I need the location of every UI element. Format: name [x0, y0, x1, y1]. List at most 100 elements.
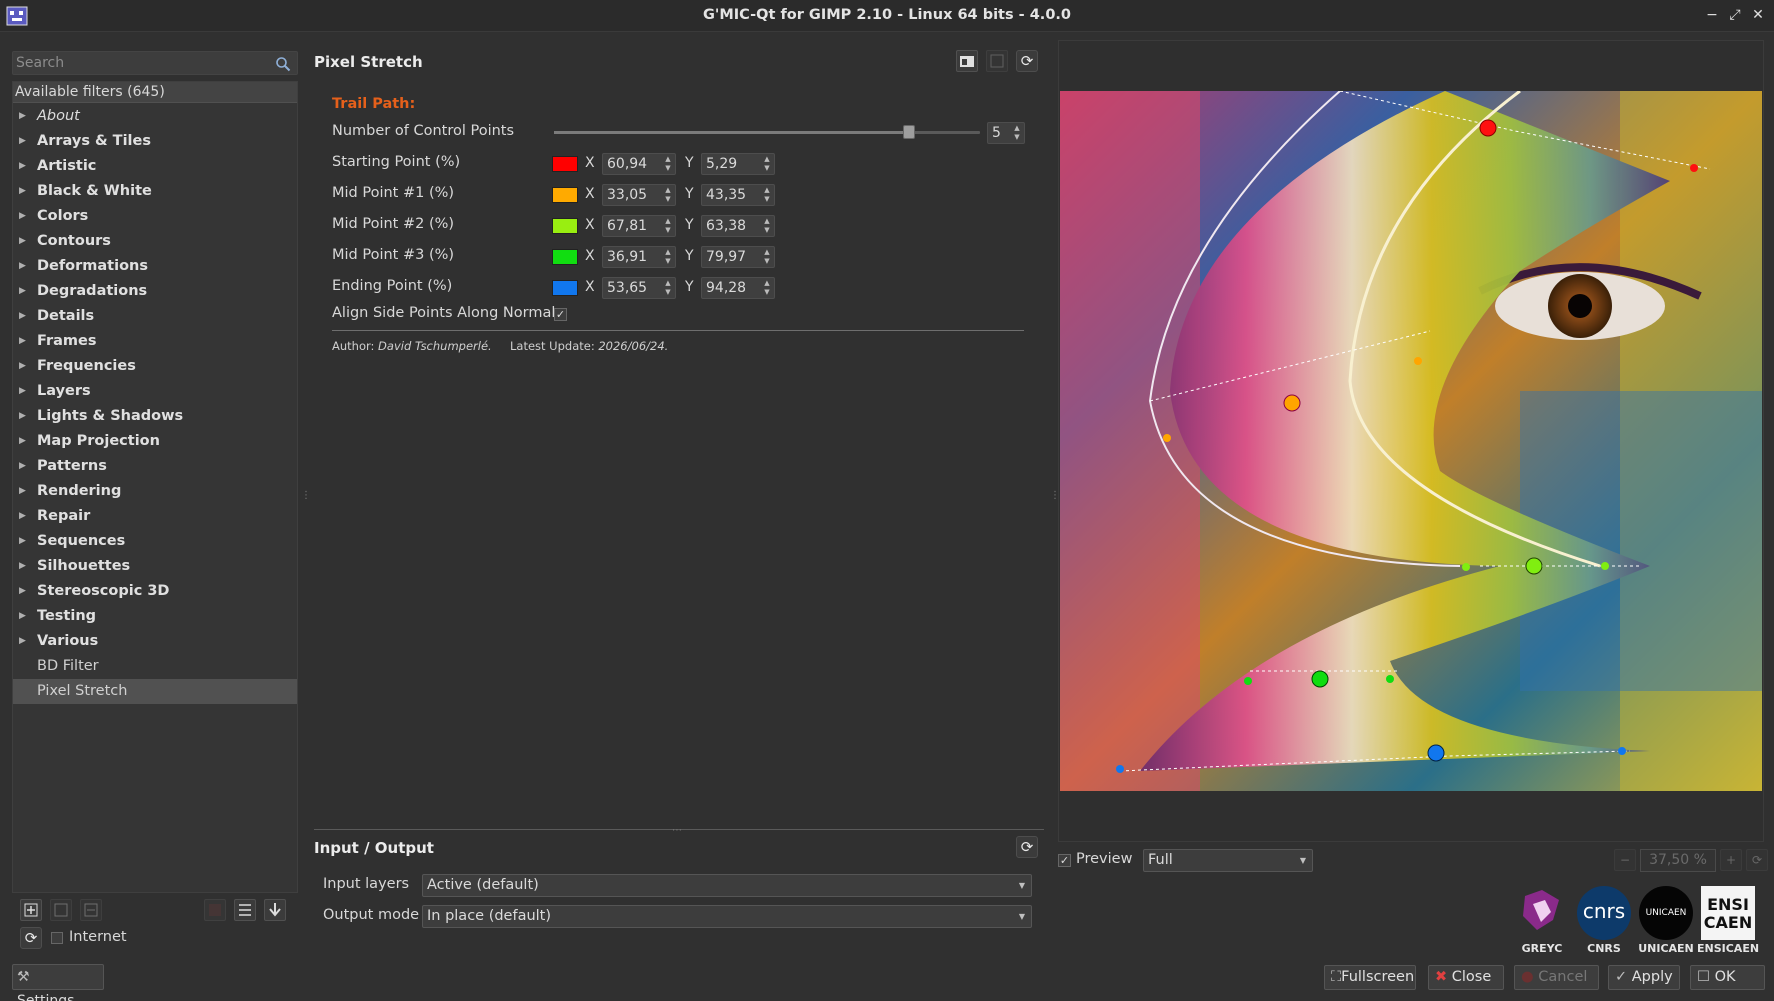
point-y-spinbox[interactable]: 5,29 ▲ ▼ [701, 153, 775, 175]
spin-arrows-icon[interactable]: ▲ ▼ [762, 279, 772, 298]
expand-arrow-icon[interactable]: ▶ [19, 304, 26, 329]
tree-item[interactable]: ▶ Contours [13, 229, 297, 254]
download-button[interactable] [264, 899, 286, 921]
search-input[interactable] [13, 52, 269, 74]
tree-item[interactable]: ▶ Details [13, 304, 297, 329]
tree-item[interactable]: ▶ Frames [13, 329, 297, 354]
expand-arrow-icon[interactable]: ▶ [19, 254, 26, 279]
zoom-reset-button[interactable]: ⟳ [1746, 849, 1768, 871]
tree-item[interactable]: ▶ Repair [13, 504, 297, 529]
cancel-button[interactable]: ● Cancel [1514, 965, 1599, 990]
tree-item[interactable]: ▶ About [13, 104, 297, 129]
spin-arrows-icon[interactable]: ▲ ▼ [663, 279, 673, 298]
point-color-swatch[interactable] [552, 218, 578, 234]
point-x-spinbox[interactable]: 33,05 ▲ ▼ [602, 184, 676, 206]
tree-header[interactable]: Available filters (645) [13, 82, 297, 103]
expand-arrow-icon[interactable]: ▶ [19, 629, 26, 654]
apply-button[interactable]: ✓ Apply [1608, 965, 1680, 990]
input-layers-select[interactable]: Active (default) ▼ [422, 874, 1032, 897]
preview-mode-select[interactable]: Full ▼ [1143, 849, 1313, 872]
expand-arrow-icon[interactable]: ▶ [19, 379, 26, 404]
spin-arrows-icon[interactable]: ▲ ▼ [663, 155, 673, 174]
tree-item[interactable]: ▶ Arrays & Tiles [13, 129, 297, 154]
tree-item[interactable]: ▶ Map Projection [13, 429, 297, 454]
io-splitter-grip[interactable]: ⋯ [672, 825, 682, 836]
zoom-field[interactable]: 37,50 % [1640, 849, 1716, 872]
point-x-spinbox[interactable]: 53,65 ▲ ▼ [602, 277, 676, 299]
expand-arrow-icon[interactable]: ▶ [19, 179, 26, 204]
tree-item[interactable]: ▶ Degradations [13, 279, 297, 304]
expand-arrow-icon[interactable]: ▶ [19, 554, 26, 579]
spin-arrows-icon[interactable]: ▲ ▼ [663, 186, 673, 205]
tree-item[interactable]: ▶ Stereoscopic 3D [13, 579, 297, 604]
preview-checkbox[interactable]: ✓ [1058, 854, 1071, 867]
expand-arrow-icon[interactable]: ▶ [19, 479, 26, 504]
align-normals-checkbox[interactable]: ✓ [554, 308, 567, 321]
tree-item[interactable]: ▶ Deformations [13, 254, 297, 279]
io-reset-button[interactable]: ⟳ [1016, 836, 1038, 858]
preview-image[interactable] [1060, 91, 1762, 791]
maximize-button[interactable]: ⤢ [1725, 5, 1745, 25]
tree-item[interactable]: ▶ Various [13, 629, 297, 654]
internet-checkbox[interactable] [51, 932, 63, 944]
spin-arrows-icon[interactable]: ▲ ▼ [762, 217, 772, 236]
tree-item[interactable]: Pixel Stretch [13, 679, 297, 704]
point-y-spinbox[interactable]: 63,38 ▲ ▼ [701, 215, 775, 237]
point-color-swatch[interactable] [552, 280, 578, 296]
point-x-spinbox[interactable]: 36,91 ▲ ▼ [602, 246, 676, 268]
point-x-spinbox[interactable]: 67,81 ▲ ▼ [602, 215, 676, 237]
selection-mode-button[interactable] [204, 899, 226, 921]
rename-fave-button[interactable] [50, 899, 72, 921]
zoom-in-button[interactable]: + [1720, 849, 1742, 871]
control-points-slider-handle[interactable] [903, 125, 915, 139]
tree-item[interactable]: ▶ Testing [13, 604, 297, 629]
minimize-button[interactable]: − [1702, 5, 1722, 25]
expand-arrow-icon[interactable]: ▶ [19, 604, 26, 629]
splitter-handle[interactable]: ⋮ [301, 490, 311, 501]
tree-item[interactable]: ▶ Layers [13, 379, 297, 404]
zoom-out-button[interactable]: − [1614, 849, 1636, 871]
expand-arrow-icon[interactable]: ▶ [19, 429, 26, 454]
expand-arrow-icon[interactable]: ▶ [19, 204, 26, 229]
close-window-button[interactable]: ✕ [1748, 5, 1768, 25]
point-color-swatch[interactable] [552, 187, 578, 203]
fullscreen-button[interactable]: ⛶Fullscreen [1324, 965, 1416, 990]
refresh-filters-button[interactable]: ⟳ [20, 927, 42, 949]
point-color-swatch[interactable] [552, 156, 578, 172]
tree-item[interactable]: ▶ Lights & Shadows [13, 404, 297, 429]
add-fave-button[interactable] [20, 899, 42, 921]
expand-arrow-icon[interactable]: ▶ [19, 404, 26, 429]
control-points-spinbox[interactable]: 5 ▲ ▼ [987, 122, 1025, 144]
search-icon[interactable] [275, 56, 291, 72]
tree-item[interactable]: ▶ Colors [13, 204, 297, 229]
spin-arrows-icon[interactable]: ▲ ▼ [663, 248, 673, 267]
expand-arrow-icon[interactable]: ▶ [19, 579, 26, 604]
expand-arrow-icon[interactable]: ▶ [19, 154, 26, 179]
expand-arrow-icon[interactable]: ▶ [19, 504, 26, 529]
tree-item[interactable]: ▶ Patterns [13, 454, 297, 479]
tree-item[interactable]: ▶ Black & White [13, 179, 297, 204]
spin-arrows-icon[interactable]: ▲ ▼ [663, 217, 673, 236]
remove-fave-button[interactable] [80, 899, 102, 921]
expand-arrow-icon[interactable]: ▶ [19, 229, 26, 254]
close-button[interactable]: ✖ Close [1428, 965, 1504, 990]
tree-item[interactable]: ▶ Silhouettes [13, 554, 297, 579]
point-x-spinbox[interactable]: 60,94 ▲ ▼ [602, 153, 676, 175]
expand-arrow-icon[interactable]: ▶ [19, 329, 26, 354]
expand-arrow-icon[interactable]: ▶ [19, 104, 26, 129]
random-params-button[interactable] [986, 50, 1008, 72]
point-y-spinbox[interactable]: 94,28 ▲ ▼ [701, 277, 775, 299]
tree-item[interactable]: BD Filter [13, 654, 297, 679]
spin-arrows-icon[interactable]: ▲ ▼ [762, 186, 772, 205]
tree-item[interactable]: ▶ Rendering [13, 479, 297, 504]
reset-params-button[interactable]: ⟳ [1016, 50, 1038, 72]
spin-arrows-icon[interactable]: ▲ ▼ [762, 248, 772, 267]
point-y-spinbox[interactable]: 79,97 ▲ ▼ [701, 246, 775, 268]
spin-arrows-icon[interactable]: ▲ ▼ [1012, 124, 1022, 143]
point-y-spinbox[interactable]: 43,35 ▲ ▼ [701, 184, 775, 206]
point-color-swatch[interactable] [552, 249, 578, 265]
tree-item[interactable]: ▶ Artistic [13, 154, 297, 179]
expand-collapse-button[interactable] [234, 899, 256, 921]
settings-button[interactable]: ⚒ Settings... [12, 964, 104, 1001]
expand-arrow-icon[interactable]: ▶ [19, 529, 26, 554]
